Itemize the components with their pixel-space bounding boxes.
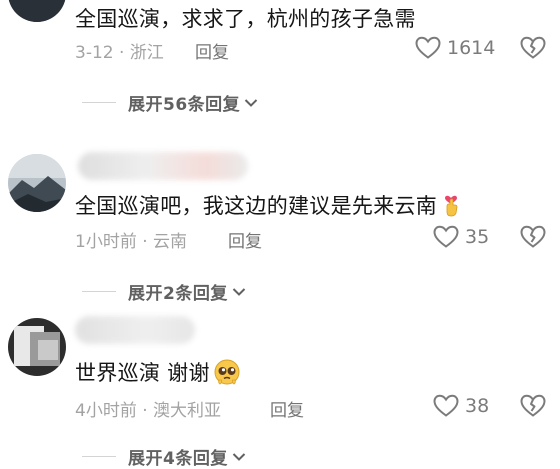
chevron-down-icon (232, 287, 246, 296)
comment-meta: 1小时前 · 云南 (75, 232, 188, 252)
avatar[interactable] (8, 154, 66, 212)
comment-text: 全国巡演，求求了，杭州的孩子急需 (75, 7, 416, 31)
blurred-username (78, 152, 248, 180)
like-button[interactable]: 38 (433, 394, 489, 418)
broken-heart-icon[interactable] (520, 394, 546, 418)
expand-replies-label: 展开2条回复 (128, 284, 228, 304)
broken-heart-icon[interactable] (520, 36, 546, 60)
reply-button[interactable]: 回复 (228, 227, 262, 252)
like-count: 38 (465, 395, 490, 417)
like-count: 1614 (447, 37, 496, 59)
reply-button[interactable]: 回复 (195, 38, 229, 63)
pleading-face-emoji-icon (214, 359, 240, 390)
chevron-down-icon (244, 98, 258, 107)
divider-line (82, 102, 116, 103)
like-count: 35 (465, 226, 490, 248)
expand-replies-button[interactable]: 展开56条回复 (82, 90, 258, 115)
chevron-down-icon (232, 452, 246, 461)
reply-button[interactable]: 回复 (270, 396, 304, 421)
divider-line (82, 456, 116, 457)
comment-meta: 4小时前 · 澳大利亚 (75, 401, 222, 421)
like-button[interactable]: 1614 (415, 36, 495, 60)
expand-replies-label: 展开4条回复 (128, 449, 228, 469)
divider-line (82, 291, 116, 292)
avatar[interactable] (8, 318, 66, 376)
like-button[interactable]: 35 (433, 225, 489, 249)
expand-replies-button[interactable]: 展开2条回复 (82, 279, 246, 304)
expand-replies-button[interactable]: 展开4条回复 (82, 444, 246, 469)
comment-text: 世界巡演 谢谢 (75, 357, 240, 390)
comment-text: 全国巡演吧，我这边的建议是先来云南 (75, 190, 461, 222)
heart-outline-icon (415, 36, 441, 59)
heart-outline-icon (433, 225, 459, 248)
avatar[interactable] (8, 0, 66, 22)
heart-outline-icon (433, 394, 459, 417)
blurred-username (75, 316, 195, 344)
expand-replies-label: 展开56条回复 (128, 95, 241, 115)
heart-hand-emoji-icon (441, 193, 461, 222)
broken-heart-icon[interactable] (520, 225, 546, 249)
comment-meta: 3-12 · 浙江 (75, 43, 164, 63)
